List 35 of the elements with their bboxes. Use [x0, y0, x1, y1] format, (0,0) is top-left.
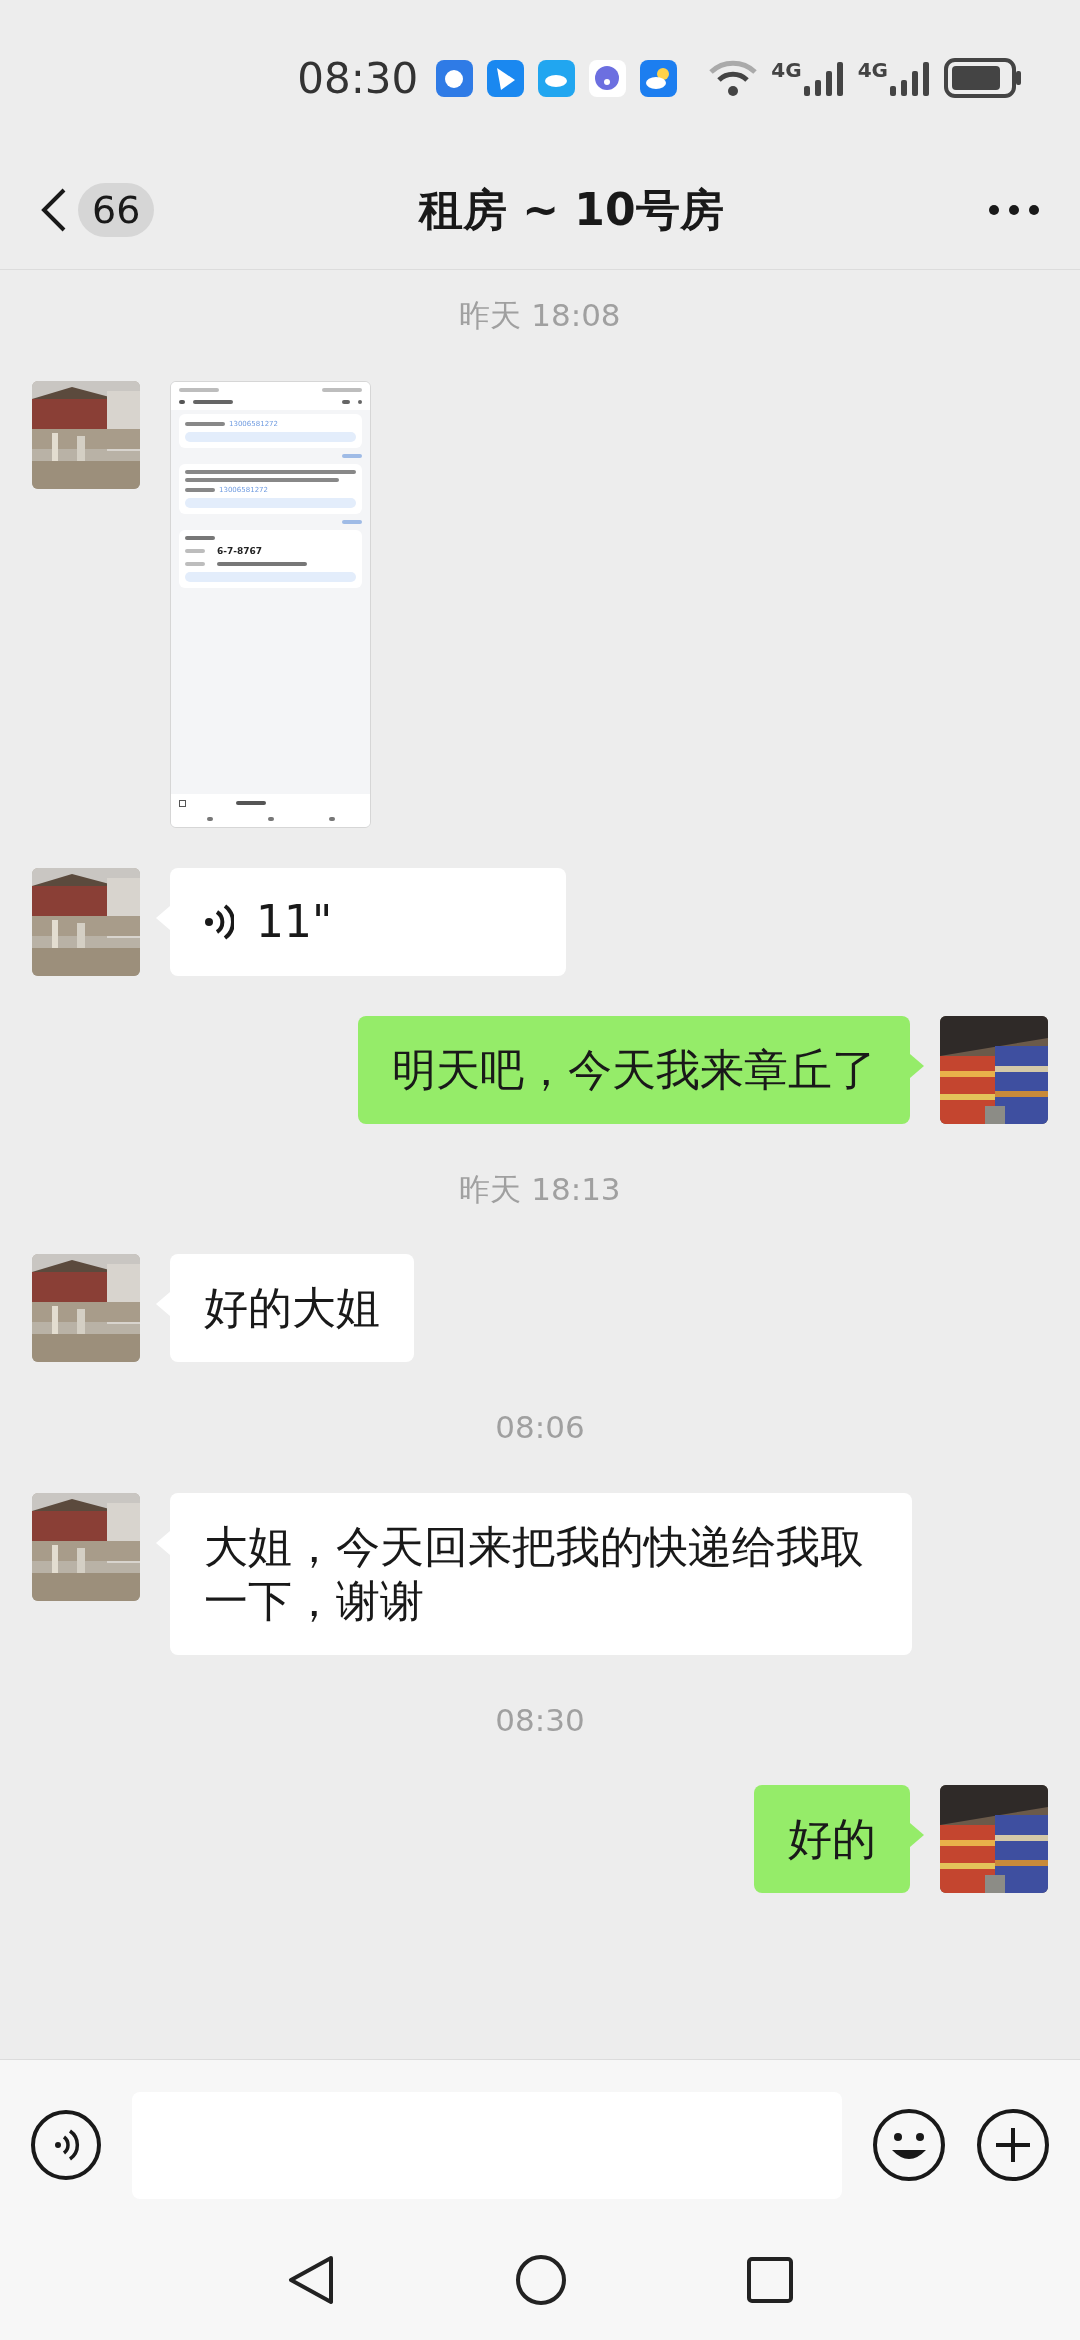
app-icon [436, 59, 474, 97]
status-time: 08:30 [297, 52, 419, 105]
signal-icon [890, 60, 930, 96]
pickup-code: 6-7-8767 [217, 545, 263, 556]
network-label: 4G [771, 60, 802, 80]
keyboard-icon [179, 799, 186, 807]
voice-message[interactable]: 11" [170, 867, 566, 976]
message-bubble[interactable]: 明天吧，今天我来章丘了 [358, 1015, 910, 1124]
back-nav-icon[interactable] [287, 2254, 335, 2306]
plus-icon[interactable] [976, 2108, 1050, 2182]
home-nav-icon[interactable] [515, 2254, 567, 2306]
app-icon [487, 59, 525, 97]
voice-input-icon[interactable] [30, 2109, 102, 2181]
battery-icon [944, 58, 1022, 98]
app-icon [640, 59, 678, 97]
message-bubble[interactable]: 好的大姐 [170, 1254, 414, 1362]
signal-icon [803, 60, 844, 96]
app-icon [538, 59, 576, 97]
timestamp: 08:30 [495, 1700, 585, 1740]
timestamp: 昨天 18:13 [459, 1169, 621, 1209]
bubble-tail [910, 1823, 924, 1847]
wifi-icon [709, 60, 758, 96]
recents-nav-icon[interactable] [747, 2257, 793, 2303]
network-label: 4G [857, 60, 888, 80]
unread-count: 66 [78, 182, 155, 237]
back-button[interactable]: 66 [40, 182, 155, 237]
app-icon [589, 59, 627, 97]
more-icon[interactable] [988, 203, 1040, 216]
timestamp: 昨天 18:08 [459, 296, 621, 335]
bubble-tail [910, 1053, 924, 1078]
chat-title: 租房 ~ 10号房 [418, 182, 724, 237]
message-bubble[interactable]: 大姐，今天回来把我的快递给我取一下，谢谢 [170, 1492, 912, 1655]
emoji-icon[interactable] [872, 2108, 946, 2182]
message-bubble[interactable]: 好的 [754, 1785, 910, 1893]
timestamp: 08:06 [495, 1408, 585, 1447]
